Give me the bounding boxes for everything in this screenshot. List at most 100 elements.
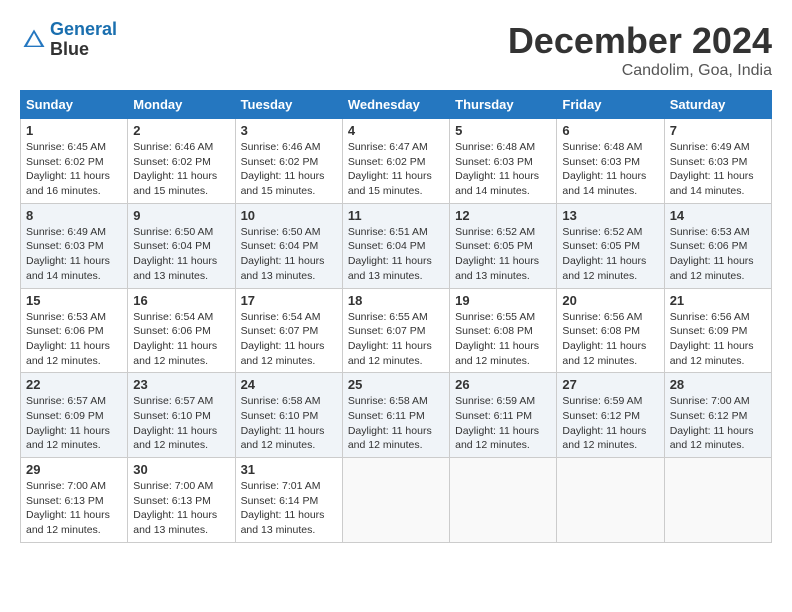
header-friday: Friday [557,91,664,119]
calendar-week-row: 22 Sunrise: 6:57 AMSunset: 6:09 PMDayligh… [21,373,772,458]
location: Candolim, Goa, India [508,62,772,80]
logo: General Blue [20,20,117,60]
header-thursday: Thursday [450,91,557,119]
day-info: Sunrise: 6:57 AMSunset: 6:10 PMDaylight:… [133,394,229,453]
calendar-cell: 14Sunrise: 6:53 AMSunset: 6:06 PMDayligh… [664,203,771,288]
calendar-cell: 18 Sunrise: 6:55 AMSunset: 6:07 PMDayligh… [342,288,449,373]
calendar-cell: 13 Sunrise: 6:52 AMSunset: 6:05 PMDayligh… [557,203,664,288]
calendar-cell: 9Sunrise: 6:50 AMSunset: 6:04 PMDaylight… [128,203,235,288]
calendar-cell: 21Sunrise: 6:56 AMSunset: 6:09 PMDayligh… [664,288,771,373]
day-info: Sunrise: 6:53 AMSunset: 6:06 PMDaylight:… [670,225,766,284]
day-info: Sunrise: 6:51 AMSunset: 6:04 PMDaylight:… [348,225,444,284]
day-info: Sunrise: 6:46 AMSunset: 6:02 PMDaylight:… [241,140,337,199]
calendar-cell [342,458,449,543]
day-info: Sunrise: 6:48 AMSunset: 6:03 PMDaylight:… [562,140,658,199]
calendar-week-row: 1Sunrise: 6:45 AMSunset: 6:02 PMDaylight… [21,119,772,204]
page-header: General Blue December 2024 Candolim, Goa… [20,20,772,80]
calendar-cell: 20 Sunrise: 6:56 AMSunset: 6:08 PMDayligh… [557,288,664,373]
calendar-cell: 8 Sunrise: 6:49 AMSunset: 6:03 PMDaylight… [21,203,128,288]
calendar-cell: 23 Sunrise: 6:57 AMSunset: 6:10 PMDayligh… [128,373,235,458]
calendar-week-row: 29 Sunrise: 7:00 AMSunset: 6:13 PMDayligh… [21,458,772,543]
calendar-cell [557,458,664,543]
month-title: December 2024 [508,20,772,62]
day-info: Sunrise: 6:50 AMSunset: 6:04 PMDaylight:… [133,225,229,284]
day-info: Sunrise: 6:55 AMSunset: 6:07 PMDaylight:… [348,310,444,369]
calendar-cell: 28 Sunrise: 7:00 AMSunset: 6:12 PMDayligh… [664,373,771,458]
day-number: 10 [241,208,337,223]
calendar-cell [450,458,557,543]
day-info: Sunrise: 6:57 AMSunset: 6:09 PMDaylight:… [26,394,122,453]
day-number: 18 [348,293,444,308]
calendar-cell: 5 Sunrise: 6:48 AMSunset: 6:03 PMDaylight… [450,119,557,204]
title-section: December 2024 Candolim, Goa, India [508,20,772,80]
day-number: 13 [562,208,658,223]
calendar-cell: 2Sunrise: 6:46 AMSunset: 6:02 PMDaylight… [128,119,235,204]
day-info: Sunrise: 6:47 AMSunset: 6:02 PMDaylight:… [348,140,444,199]
calendar-cell: 31Sunrise: 7:01 AMSunset: 6:14 PMDayligh… [235,458,342,543]
day-number: 29 [26,462,122,477]
day-number: 23 [133,377,229,392]
day-info: Sunrise: 7:00 AMSunset: 6:13 PMDaylight:… [26,479,122,538]
calendar-cell: 22 Sunrise: 6:57 AMSunset: 6:09 PMDayligh… [21,373,128,458]
day-info: Sunrise: 7:01 AMSunset: 6:14 PMDaylight:… [241,479,337,538]
logo-line2: Blue [50,40,117,60]
day-info: Sunrise: 6:59 AMSunset: 6:11 PMDaylight:… [455,394,551,453]
day-info: Sunrise: 6:54 AMSunset: 6:07 PMDaylight:… [241,310,337,369]
header-monday: Monday [128,91,235,119]
day-number: 24 [241,377,337,392]
calendar-cell [664,458,771,543]
calendar-cell: 1Sunrise: 6:45 AMSunset: 6:02 PMDaylight… [21,119,128,204]
calendar-cell: 15 Sunrise: 6:53 AMSunset: 6:06 PMDayligh… [21,288,128,373]
day-number: 20 [562,293,658,308]
calendar-header-row: SundayMondayTuesdayWednesdayThursdayFrid… [21,91,772,119]
calendar-cell: 3Sunrise: 6:46 AMSunset: 6:02 PMDaylight… [235,119,342,204]
day-info: Sunrise: 6:52 AMSunset: 6:05 PMDaylight:… [562,225,658,284]
calendar-cell: 11Sunrise: 6:51 AMSunset: 6:04 PMDayligh… [342,203,449,288]
day-info: Sunrise: 6:58 AMSunset: 6:10 PMDaylight:… [241,394,337,453]
calendar-cell: 29 Sunrise: 7:00 AMSunset: 6:13 PMDayligh… [21,458,128,543]
day-number: 21 [670,293,766,308]
day-number: 25 [348,377,444,392]
day-info: Sunrise: 6:49 AMSunset: 6:03 PMDaylight:… [670,140,766,199]
day-info: Sunrise: 6:58 AMSunset: 6:11 PMDaylight:… [348,394,444,453]
calendar-cell: 24 Sunrise: 6:58 AMSunset: 6:10 PMDayligh… [235,373,342,458]
day-number: 5 [455,123,551,138]
day-info: Sunrise: 6:56 AMSunset: 6:08 PMDaylight:… [562,310,658,369]
day-info: Sunrise: 6:55 AMSunset: 6:08 PMDaylight:… [455,310,551,369]
day-info: Sunrise: 6:52 AMSunset: 6:05 PMDaylight:… [455,225,551,284]
calendar-cell: 4Sunrise: 6:47 AMSunset: 6:02 PMDaylight… [342,119,449,204]
day-info: Sunrise: 6:54 AMSunset: 6:06 PMDaylight:… [133,310,229,369]
day-info: Sunrise: 6:48 AMSunset: 6:03 PMDaylight:… [455,140,551,199]
calendar-week-row: 8 Sunrise: 6:49 AMSunset: 6:03 PMDaylight… [21,203,772,288]
day-number: 28 [670,377,766,392]
day-info: Sunrise: 6:45 AMSunset: 6:02 PMDaylight:… [26,140,122,199]
day-info: Sunrise: 6:59 AMSunset: 6:12 PMDaylight:… [562,394,658,453]
day-number: 2 [133,123,229,138]
day-number: 27 [562,377,658,392]
day-number: 19 [455,293,551,308]
day-info: Sunrise: 6:53 AMSunset: 6:06 PMDaylight:… [26,310,122,369]
calendar-cell: 16 Sunrise: 6:54 AMSunset: 6:06 PMDayligh… [128,288,235,373]
day-number: 22 [26,377,122,392]
day-info: Sunrise: 7:00 AMSunset: 6:12 PMDaylight:… [670,394,766,453]
day-info: Sunrise: 6:49 AMSunset: 6:03 PMDaylight:… [26,225,122,284]
day-number: 26 [455,377,551,392]
day-number: 15 [26,293,122,308]
day-number: 6 [562,123,658,138]
calendar-cell: 17Sunrise: 6:54 AMSunset: 6:07 PMDayligh… [235,288,342,373]
day-number: 7 [670,123,766,138]
day-number: 30 [133,462,229,477]
day-number: 8 [26,208,122,223]
logo-text: General Blue [50,20,117,60]
day-number: 16 [133,293,229,308]
header-tuesday: Tuesday [235,91,342,119]
header-saturday: Saturday [664,91,771,119]
day-info: Sunrise: 7:00 AMSunset: 6:13 PMDaylight:… [133,479,229,538]
day-info: Sunrise: 6:50 AMSunset: 6:04 PMDaylight:… [241,225,337,284]
calendar-cell: 12Sunrise: 6:52 AMSunset: 6:05 PMDayligh… [450,203,557,288]
logo-icon [20,26,48,54]
calendar-cell: 19 Sunrise: 6:55 AMSunset: 6:08 PMDayligh… [450,288,557,373]
calendar-cell: 10 Sunrise: 6:50 AMSunset: 6:04 PMDayligh… [235,203,342,288]
calendar-cell: 25 Sunrise: 6:58 AMSunset: 6:11 PMDayligh… [342,373,449,458]
logo-line1: General [50,19,117,39]
